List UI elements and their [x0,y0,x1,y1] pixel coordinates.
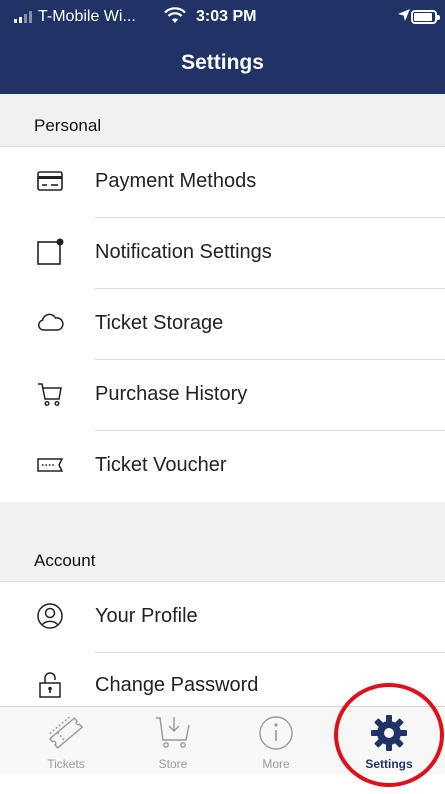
carrier-info: T-Mobile Wi... [14,8,136,26]
section-title: Account [34,551,96,570]
page-title: Settings [181,51,264,74]
gear-icon [371,715,407,751]
profile-icon [37,603,63,629]
carrier-name: T-Mobile Wi... [38,8,136,25]
home-indicator-area [0,774,445,794]
tab-label: Tickets [47,757,85,771]
store-cart-icon [156,717,190,748]
settings-item-ticket-voucher[interactable]: Ticket Voucher [0,431,445,502]
settings-item-your-profile[interactable]: Your Profile [0,582,445,653]
shopping-cart-icon [38,383,62,407]
settings-item-label: Ticket Storage [95,312,224,334]
info-icon [259,716,293,750]
settings-item-ticket-storage[interactable]: Ticket Storage [0,289,445,360]
settings-item-label: Change Password [95,674,259,696]
battery-icon [411,10,440,24]
navigation-bar: Settings [0,38,445,94]
tab-store[interactable]: Store [123,707,223,775]
tickets-icon [48,716,84,749]
settings-item-label: Your Profile [95,605,198,627]
unlock-icon [39,672,61,698]
settings-item-label: Notification Settings [95,241,272,263]
section-title: Personal [34,116,102,135]
signal-icon [14,11,32,23]
notification-icon [37,238,64,265]
cloud-icon [37,313,64,331]
settings-item-label: Purchase History [95,383,248,405]
voucher-icon [37,458,64,472]
tab-label: Settings [365,757,413,771]
settings-item-change-password[interactable]: Change Password [0,653,445,706]
settings-item-payment-methods[interactable]: Payment Methods [0,147,445,218]
clock-time: 3:03 PM [196,8,257,25]
wifi-icon [164,7,186,23]
status-bar: T-Mobile Wi... 3:03 PM [0,0,445,38]
credit-card-icon [37,171,63,191]
settings-item-purchase-history[interactable]: Purchase History [0,360,445,431]
tab-tickets[interactable]: Tickets [16,707,116,775]
section-header-personal: Personal [0,94,445,147]
section-header-account: Account [0,502,445,582]
settings-item-label: Payment Methods [95,170,257,192]
location-arrow-icon [398,9,410,21]
tab-settings[interactable]: Settings [339,707,439,775]
settings-item-notification-settings[interactable]: Notification Settings [0,218,445,289]
tab-more[interactable]: More [226,707,326,775]
settings-item-label: Ticket Voucher [95,454,227,476]
tab-bar: Tickets Store More Settings [0,706,445,774]
tab-label: Store [158,757,188,771]
tab-label: More [262,757,290,771]
